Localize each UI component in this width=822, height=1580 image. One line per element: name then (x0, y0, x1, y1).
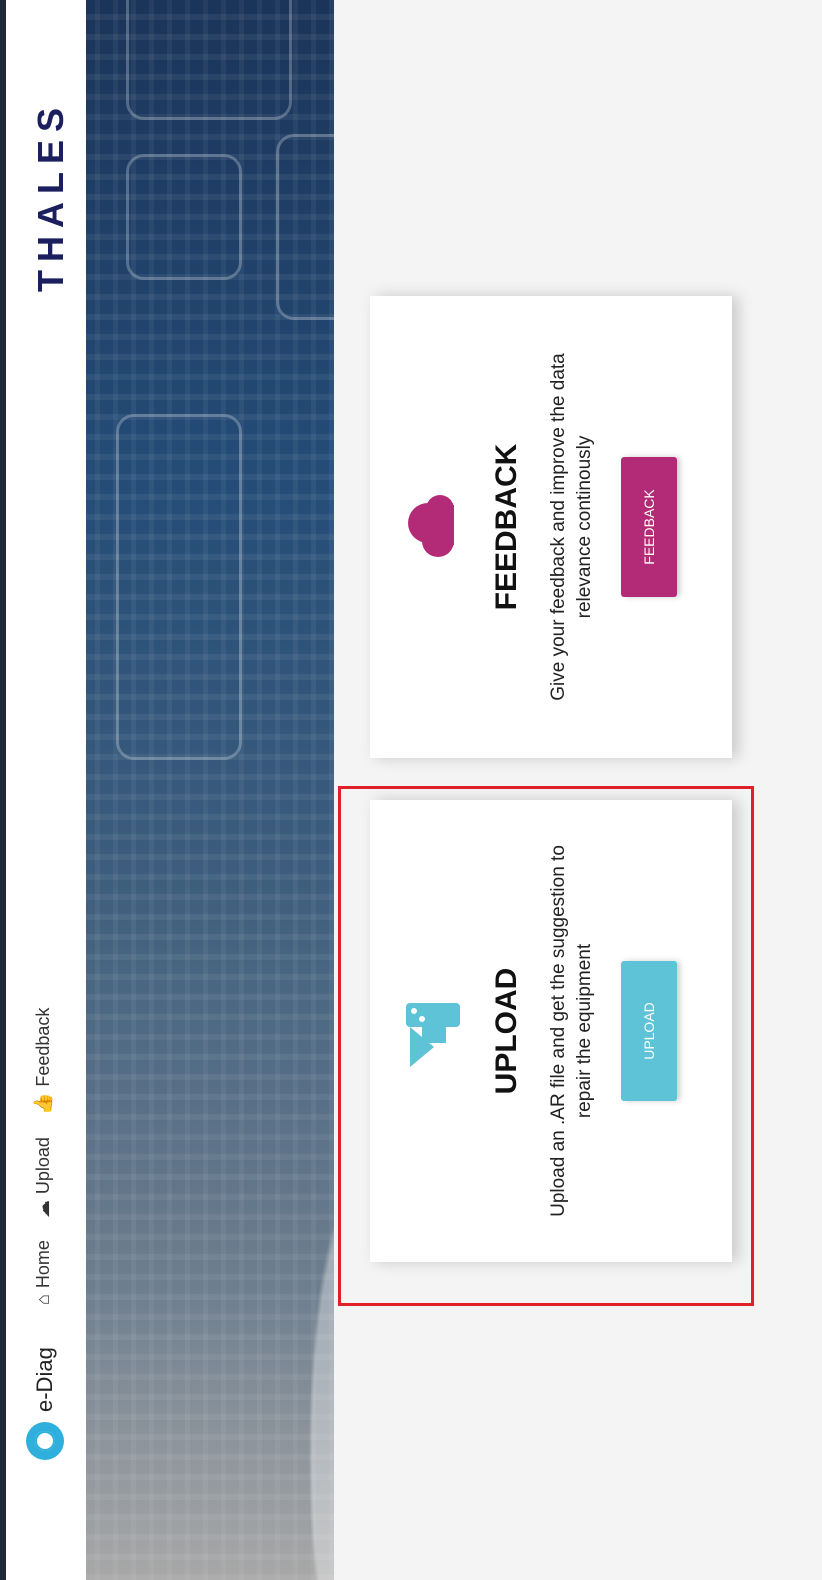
thumbs-up-icon: 👍 (33, 1092, 53, 1116)
feedback-button[interactable]: FEEDBACK (621, 457, 678, 597)
upload-button[interactable]: UPLOAD (621, 961, 678, 1101)
app-screen: e-Diag ⌂ Home ☁ Upload 👍 Feedback THALES (0, 0, 822, 1580)
upload-title: UPLOAD (490, 967, 523, 1095)
upload-server-icon (406, 1003, 460, 1067)
nav-menu: ⌂ Home ☁ Upload 👍 Feedback (33, 1008, 54, 1305)
hero-banner (86, 0, 334, 1580)
upload-card: UPLOAD Upload an .AR file and get the su… (370, 800, 732, 1262)
nav-upload[interactable]: ☁ Upload (33, 1137, 54, 1218)
thales-logo: THALES (30, 100, 71, 292)
nav-feedback[interactable]: 👍 Feedback (33, 1008, 54, 1115)
feedback-card: FEEDBACK Give your feedback and improve … (370, 296, 732, 758)
cloud-icon (408, 495, 454, 557)
brand-name: e-Diag (32, 1347, 57, 1412)
cloud-upload-icon: ☁ (33, 1200, 53, 1219)
circuit-decoration (126, 0, 292, 120)
top-navbar: e-Diag ⌂ Home ☁ Upload 👍 Feedback THALES (6, 0, 86, 1580)
feedback-title: FEEDBACK (490, 443, 523, 611)
nav-home[interactable]: ⌂ Home (33, 1240, 54, 1305)
circuit-decoration (116, 414, 242, 760)
main-content: UPLOAD Upload an .AR file and get the su… (334, 0, 822, 1580)
upload-description: Upload an .AR file and get the suggestio… (548, 845, 595, 1217)
circuit-decoration (276, 134, 334, 320)
feedback-description: Give your feedback and improve the data … (548, 353, 595, 701)
circuit-decoration (126, 154, 242, 280)
brand[interactable]: e-Diag (26, 1347, 64, 1460)
nav-feedback-label: Feedback (33, 1007, 53, 1087)
home-icon: ⌂ (33, 1294, 53, 1305)
e-diag-logo-icon (26, 1422, 64, 1460)
nav-home-label: Home (33, 1240, 53, 1289)
nav-upload-label: Upload (33, 1137, 53, 1195)
